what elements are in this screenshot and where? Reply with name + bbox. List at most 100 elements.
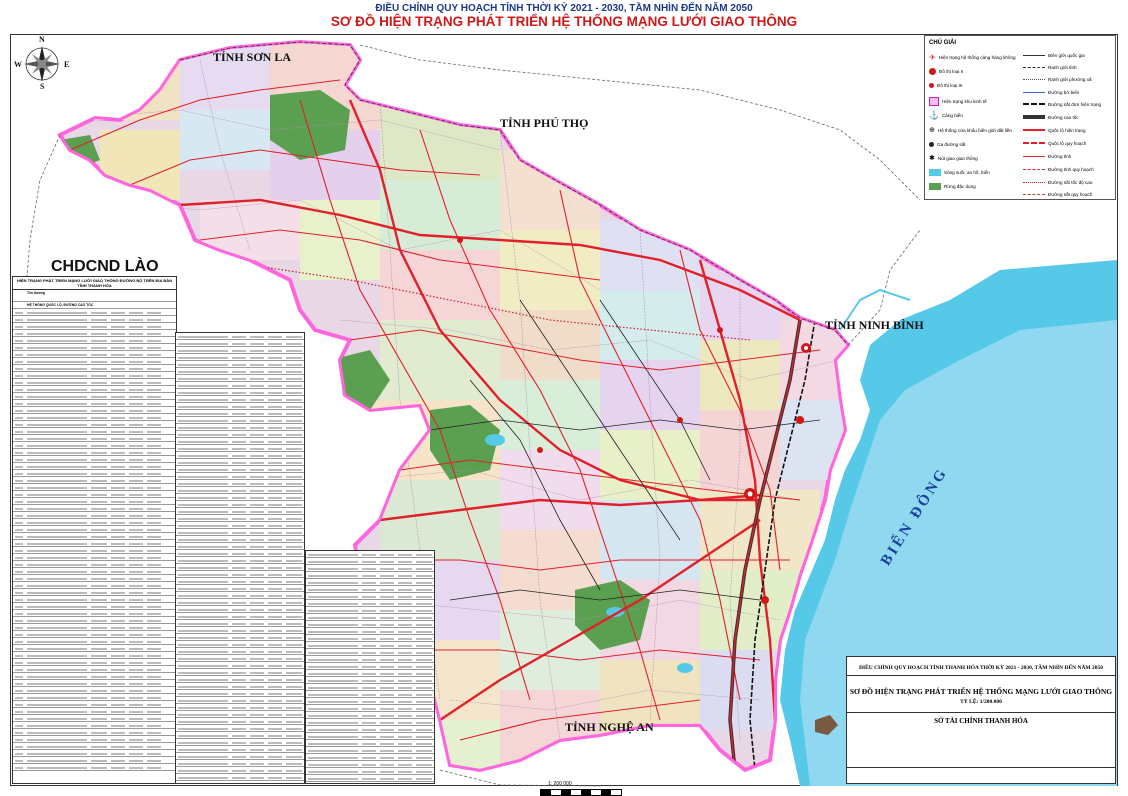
- table-row: [176, 732, 304, 739]
- table-row: [13, 512, 176, 519]
- table-row: [176, 564, 304, 571]
- table-row: [13, 344, 176, 351]
- table-row: [306, 712, 434, 719]
- table-row: [13, 540, 176, 547]
- legend-item: Ranh giới tỉnh: [1023, 62, 1077, 72]
- table-row: [13, 750, 176, 757]
- table-row: [176, 704, 304, 711]
- table-row: [306, 614, 434, 621]
- table-row: [306, 607, 434, 614]
- table-row: [306, 551, 434, 558]
- legend-item: Hiện trạng khu kinh tế: [929, 96, 987, 106]
- table-row: [176, 361, 304, 368]
- table-row: [176, 487, 304, 494]
- table-row: [176, 606, 304, 613]
- legend-item: Đường cao tốc: [1023, 112, 1079, 122]
- road-table-col-name: Tên đường: [27, 291, 46, 295]
- table-row: [176, 340, 304, 347]
- legend-item: Ga đường sắt: [929, 139, 966, 149]
- table-row: [13, 309, 176, 316]
- table-row: [13, 722, 176, 729]
- legend-item: ⚓ Cảng biển: [929, 110, 963, 120]
- legend-item: Đường sắt đơn hiện trạng: [1023, 99, 1101, 109]
- table-row: [13, 400, 176, 407]
- legend-item: Đường sắt quy hoạch: [1023, 189, 1092, 199]
- table-row: [13, 708, 176, 715]
- table-row: [13, 316, 176, 323]
- table-row: [13, 645, 176, 652]
- table-row: [13, 505, 176, 512]
- table-row: [176, 410, 304, 417]
- table-row: [13, 414, 176, 421]
- table-row: [306, 621, 434, 628]
- table-row: [176, 466, 304, 473]
- lake: [485, 434, 505, 446]
- table-row: [306, 705, 434, 712]
- table-row: [176, 634, 304, 641]
- table-row: [13, 379, 176, 386]
- table-row: [176, 627, 304, 634]
- region-ninh-binh: TỈNH NINH BÌNH: [825, 318, 924, 332]
- table-row: [176, 452, 304, 459]
- table-row: [176, 438, 304, 445]
- table-row: [306, 698, 434, 705]
- table-row: [13, 323, 176, 330]
- title-block-agency: SỞ TÀI CHÍNH THANH HÓA: [934, 717, 1028, 725]
- table-row: [176, 473, 304, 480]
- table-row: [176, 354, 304, 361]
- table-row: [13, 428, 176, 435]
- economic-zone-icon: [929, 96, 939, 106]
- table-row: [176, 655, 304, 662]
- table-row: [176, 753, 304, 760]
- table-row: [176, 767, 304, 774]
- road-table-section-a: HỆ THỐNG QUỐC LỘ, ĐƯỜNG CAO TỐC: [27, 303, 94, 307]
- table-row: [176, 396, 304, 403]
- table-row: [176, 641, 304, 648]
- legend-item: Đường sắt tốc độ cao: [1023, 177, 1092, 187]
- airport-icon: ✈: [929, 52, 936, 62]
- table-row: [306, 558, 434, 565]
- table-row: [176, 459, 304, 466]
- table-row: [176, 774, 304, 781]
- table-row: [176, 557, 304, 564]
- table-row: [176, 718, 304, 725]
- table-row: [306, 747, 434, 754]
- table-row: [306, 600, 434, 607]
- table-row: [13, 701, 176, 708]
- table-row: [13, 547, 176, 554]
- road-table-rows: [306, 551, 434, 782]
- table-row: [306, 670, 434, 677]
- table-row: [13, 463, 176, 470]
- table-row: [176, 515, 304, 522]
- table-row: [13, 715, 176, 722]
- title-block-project: ĐIỀU CHỈNH QUY HOẠCH TỈNH THANH HÓA THỜI…: [858, 665, 1103, 671]
- table-row: [176, 550, 304, 557]
- table-row: [13, 470, 176, 477]
- border-gate-icon: ⊕: [929, 127, 935, 134]
- table-row: [13, 491, 176, 498]
- table-row: [176, 669, 304, 676]
- table-row: [13, 477, 176, 484]
- legend-title: CHÚ GIẢI: [929, 40, 956, 46]
- scale-bar: [540, 789, 622, 796]
- table-row: [13, 337, 176, 344]
- table-row: [306, 628, 434, 635]
- compass-rose-icon: [24, 46, 60, 82]
- legend-item: Sông suối, ao hồ, biển: [929, 167, 990, 177]
- table-row: [306, 572, 434, 579]
- table-row: [176, 683, 304, 690]
- legend-item: Biên giới quốc gia: [1023, 50, 1085, 60]
- table-row: [13, 743, 176, 750]
- legend-item: Quốc lộ hiện trạng: [1023, 125, 1086, 135]
- table-row: [176, 725, 304, 732]
- table-row: [176, 648, 304, 655]
- table-row: [13, 449, 176, 456]
- table-row: [13, 666, 176, 673]
- title-block-map-name: SƠ ĐỒ HIỆN TRẠNG PHÁT TRIỂN HỆ THỐNG MẠN…: [849, 687, 1113, 696]
- table-row: [176, 431, 304, 438]
- table-row: [13, 582, 176, 589]
- table-row: [176, 403, 304, 410]
- table-row: [306, 663, 434, 670]
- legend-item: Đô thị loại II: [929, 66, 963, 76]
- map-legend: CHÚ GIẢI ✈ Hiện trạng hệ thống cảng hàng…: [924, 35, 1116, 200]
